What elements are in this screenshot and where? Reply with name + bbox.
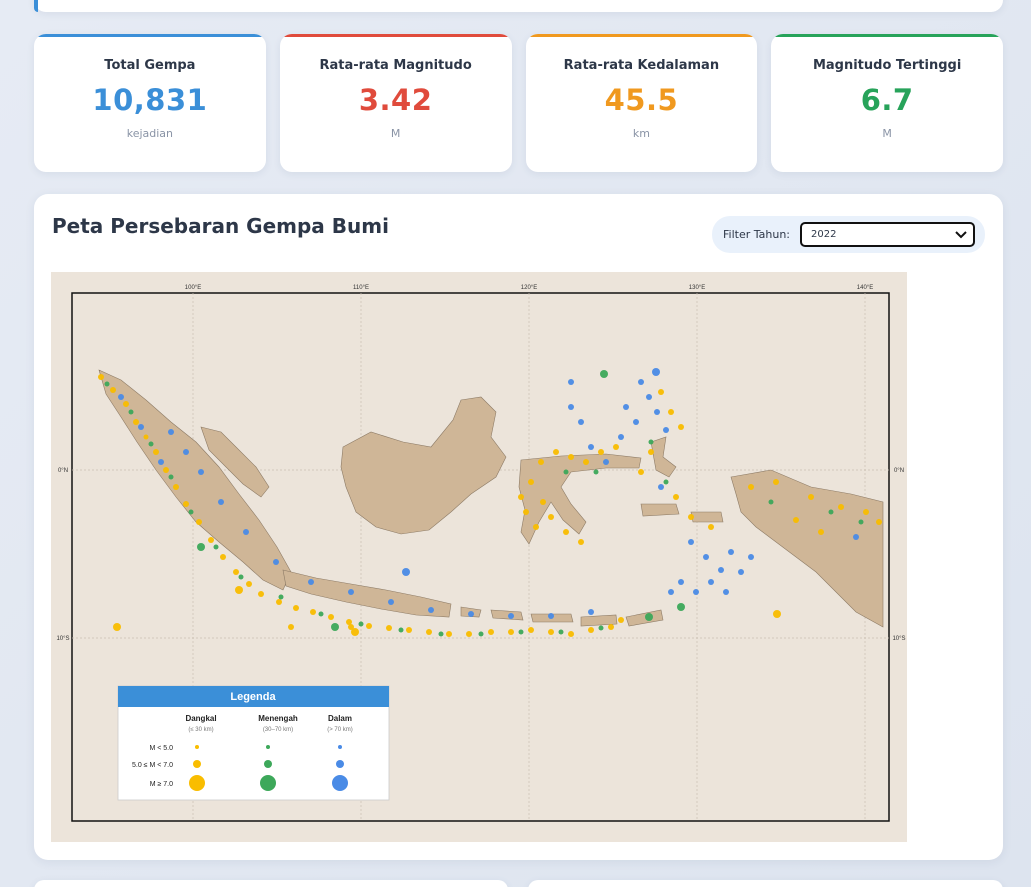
- lon-tick: 120°E: [521, 285, 537, 291]
- legend-symbol-shallow-mid: [193, 760, 201, 768]
- legend-depth-range: (≤ 30 km): [188, 727, 213, 733]
- page-title: Peta Persebaran Gempa Bumi: [52, 214, 389, 238]
- stat-unit: kejadian: [126, 127, 174, 140]
- lon-tick: 140°E: [857, 285, 873, 291]
- legend-box: Legenda Dangkal (≤ 30 km) Menengah (30–7…: [117, 685, 390, 801]
- legend-symbol-medium-large: [260, 775, 276, 791]
- legend-title: Legenda: [230, 691, 276, 703]
- lat-tick: 10°S: [892, 636, 905, 642]
- legend-magnitude-label: M < 5.0: [149, 745, 173, 752]
- stat-unit: M: [390, 127, 401, 140]
- next-panel-left: [34, 880, 508, 887]
- stat-value: 10,831: [92, 83, 208, 117]
- legend-depth-name: Dalam: [328, 714, 352, 723]
- year-filter: Filter Tahun: 2022: [712, 216, 985, 253]
- lat-tick: 0°N: [58, 468, 68, 474]
- lat-tick: 10°S: [56, 636, 69, 642]
- island-sulawesi: [518, 453, 642, 545]
- legend-symbol-deep-mid: [336, 760, 344, 768]
- stat-card-max-magnitude: Magnitudo Tertinggi 6.7 M: [771, 34, 1003, 172]
- next-panel-right: [528, 880, 1003, 887]
- legend-symbol-shallow-small: [195, 745, 199, 749]
- stat-card-total: Total Gempa 10,831 kejadian: [34, 34, 266, 172]
- legend-depth-name: Dangkal: [185, 714, 216, 723]
- stat-value: 6.7: [860, 83, 914, 117]
- island-papua: [730, 469, 884, 628]
- island-nusa-tenggara: [460, 606, 618, 627]
- stat-unit: km: [632, 127, 650, 140]
- legend-depth-name: Menengah: [258, 714, 298, 723]
- stat-label: Rata-rata Magnitudo: [319, 58, 472, 73]
- stat-card-avg-magnitude: Rata-rata Magnitudo 3.42 M: [279, 34, 512, 172]
- lon-tick: 100°E: [185, 285, 201, 291]
- stat-unit: M: [882, 127, 892, 140]
- year-select[interactable]: 2022: [800, 222, 975, 247]
- legend-depth-range: (30–70 km): [263, 727, 293, 733]
- legend-symbol-shallow-large: [189, 775, 205, 791]
- legend-depth-range: (> 70 km): [327, 727, 353, 733]
- legend-symbol-medium-small: [266, 745, 270, 749]
- island-maluku: [640, 436, 724, 523]
- lon-tick: 130°E: [689, 285, 705, 291]
- lat-tick: 0°N: [894, 468, 904, 474]
- stat-label: Magnitudo Tertinggi: [812, 58, 962, 73]
- earthquake-map[interactable]: 100°E 110°E 120°E 130°E 140°E 0°N 10°S 0…: [51, 272, 907, 842]
- stat-value: 45.5: [604, 83, 679, 117]
- legend-symbol-deep-large: [332, 775, 348, 791]
- stats-row: Total Gempa 10,831 kejadian Rata-rata Ma…: [34, 34, 1003, 172]
- stat-label: Total Gempa: [104, 58, 196, 73]
- legend-magnitude-label: 5.0 ≤ M < 7.0: [132, 762, 173, 769]
- island-java: [282, 569, 452, 618]
- lon-tick: 110°E: [353, 285, 369, 291]
- stat-value: 3.42: [358, 83, 433, 117]
- year-select-value: 2022: [811, 229, 837, 240]
- filter-label: Filter Tahun:: [723, 228, 790, 241]
- chevron-down-icon: [955, 230, 967, 238]
- island-timor: [625, 609, 664, 627]
- stat-label: Rata-rata Kedalaman: [563, 58, 720, 73]
- legend-symbol-deep-small: [338, 745, 342, 749]
- map-panel: Peta Persebaran Gempa Bumi Filter Tahun:…: [34, 194, 1003, 860]
- previous-panel-edge: [34, 0, 1003, 12]
- stat-card-avg-depth: Rata-rata Kedalaman 45.5 km: [525, 34, 758, 172]
- legend-magnitude-label: M ≥ 7.0: [150, 781, 173, 788]
- legend-symbol-medium-mid: [264, 760, 272, 768]
- island-borneo: [340, 396, 507, 535]
